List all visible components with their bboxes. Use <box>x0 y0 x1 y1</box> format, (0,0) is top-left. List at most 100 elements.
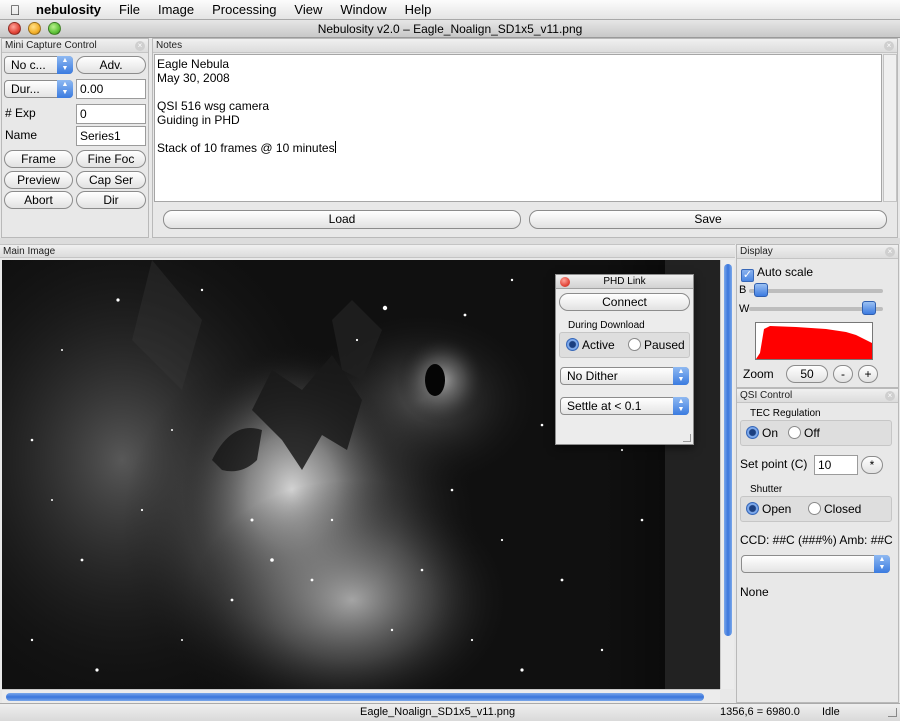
window-titlebar[interactable]: Nebulosity v2.0 – Eagle_Noalign_SD1x5_v1… <box>0 20 900 38</box>
image-vertical-scrollbar[interactable] <box>720 260 734 689</box>
w-label: W <box>739 303 750 315</box>
load-button[interactable]: Load <box>163 210 521 229</box>
qsi-title-text: QSI Control <box>740 390 793 401</box>
histogram <box>755 322 873 360</box>
b-label: B <box>739 284 747 296</box>
black-point-slider[interactable] <box>749 283 883 297</box>
shutter-open-radio[interactable]: Open <box>746 502 791 516</box>
setpoint-input[interactable]: 10 <box>814 455 858 475</box>
exp-label: # Exp <box>5 106 36 120</box>
window-title: Nebulosity v2.0 – Eagle_Noalign_SD1x5_v1… <box>317 21 583 36</box>
active-radio-label: Active <box>582 338 615 352</box>
tec-regulation-group: On Off <box>740 420 892 446</box>
popup-arrows-icon: ▲ ▼ <box>673 397 689 415</box>
menu-window[interactable]: Window <box>331 2 395 17</box>
series-name-input[interactable]: Series1 <box>76 126 146 146</box>
tec-on-radio[interactable]: On <box>746 426 778 440</box>
menu-help[interactable]: Help <box>396 2 441 17</box>
settle-select-value: Settle at < 0.1 <box>567 399 642 413</box>
radio-selected-icon <box>566 338 579 351</box>
active-radio[interactable]: Active <box>566 338 615 352</box>
tec-off-radio[interactable]: Off <box>788 426 820 440</box>
mini-capture-panel: Mini Capture Control × No c... ▲ ▼ Adv. D… <box>1 38 149 238</box>
menu-processing[interactable]: Processing <box>203 2 285 17</box>
download-mode-group: Active Paused <box>559 332 690 358</box>
menu-app[interactable]: nebulosity <box>30 2 110 17</box>
tec-on-label: On <box>762 426 779 440</box>
resize-grip-icon[interactable] <box>888 708 897 717</box>
status-bar: Eagle_Noalign_SD1x5_v11.png 1356,6 = 698… <box>0 703 900 721</box>
frame-button[interactable]: Frame <box>4 150 73 168</box>
shutter-open-label: Open <box>762 502 792 516</box>
menu-view[interactable]: View <box>285 2 331 17</box>
status-pixel-readout: 1356,6 = 6980.0 <box>720 706 800 718</box>
adv-button[interactable]: Adv. <box>76 56 146 74</box>
camera-select[interactable]: No c... ▲ ▼ <box>4 56 73 74</box>
window-minimize-button[interactable] <box>28 22 41 35</box>
mini-capture-title: Mini Capture Control × <box>2 39 148 53</box>
dir-button[interactable]: Dir <box>76 191 146 209</box>
exp-count-input[interactable]: 0 <box>76 104 146 124</box>
shutter-group: Open Closed <box>740 496 892 522</box>
notes-textarea[interactable]: Eagle Nebula May 30, 2008 QSI 516 wsg ca… <box>154 54 882 202</box>
menu-file[interactable]: File <box>110 2 149 17</box>
auto-scale-checkbox[interactable]: ✓ Auto scale <box>741 265 813 282</box>
radio-unselected-icon <box>628 338 641 351</box>
paused-radio-label: Paused <box>644 338 685 352</box>
setpoint-apply-button[interactable]: * <box>861 456 883 474</box>
popup-arrows-icon: ▲ ▼ <box>673 367 689 385</box>
duration-select[interactable]: Dur... ▲ ▼ <box>4 80 73 98</box>
notes-scrollbar[interactable] <box>883 54 897 202</box>
slider-knob[interactable] <box>754 283 768 297</box>
zoom-value-button[interactable]: 50 <box>786 365 828 383</box>
close-icon[interactable] <box>560 277 570 287</box>
white-point-slider[interactable] <box>749 301 883 315</box>
settle-select[interactable]: Settle at < 0.1 ▲ ▼ <box>560 397 689 415</box>
dither-select[interactable]: No Dither ▲ ▼ <box>560 367 689 385</box>
connect-button[interactable]: Connect <box>559 293 690 311</box>
qsi-status-text: None <box>740 585 769 599</box>
save-button[interactable]: Save <box>529 210 887 229</box>
capture-series-button[interactable]: Cap Ser <box>76 171 146 189</box>
main-image-title-text: Main Image <box>3 246 56 257</box>
status-state: Idle <box>822 706 840 718</box>
ccd-temperature-readout: CCD: ##C (###%) Amb: ##C <box>740 533 893 547</box>
apple-menu-icon[interactable]:  <box>0 2 30 18</box>
close-icon[interactable]: × <box>885 247 895 257</box>
notes-line <box>157 127 879 141</box>
notes-title: Notes × <box>153 39 897 53</box>
qsi-option-select[interactable]: ▲ ▼ <box>741 555 890 573</box>
shutter-closed-radio[interactable]: Closed <box>808 502 861 516</box>
close-icon[interactable]: × <box>885 391 895 401</box>
camera-select-value: No c... <box>11 58 46 72</box>
phd-link-titlebar[interactable]: PHD Link <box>556 275 693 289</box>
scroll-thumb[interactable] <box>6 693 704 701</box>
scroll-thumb[interactable] <box>724 264 732 636</box>
radio-selected-icon <box>746 502 759 515</box>
zoom-in-button[interactable]: + <box>858 365 878 383</box>
main-image-title: Main Image <box>0 244 735 258</box>
notes-line-text: Stack of 10 frames @ 10 minutes <box>157 141 335 155</box>
text-cursor <box>334 141 336 153</box>
paused-radio[interactable]: Paused <box>628 338 685 352</box>
tec-off-label: Off <box>804 426 820 440</box>
zoom-out-button[interactable]: - <box>833 365 853 383</box>
resize-grip-icon[interactable] <box>683 434 691 442</box>
close-icon[interactable]: × <box>884 41 894 51</box>
fine-focus-button[interactable]: Fine Foc <box>76 150 146 168</box>
menu-image[interactable]: Image <box>149 2 203 17</box>
window-zoom-button[interactable] <box>48 22 61 35</box>
close-icon[interactable]: × <box>135 41 145 51</box>
duration-input[interactable]: 0.00 <box>76 79 146 99</box>
radio-unselected-icon <box>808 502 821 515</box>
notes-line: Guiding in PHD <box>157 113 240 127</box>
abort-button[interactable]: Abort <box>4 191 73 209</box>
notes-line <box>157 85 879 99</box>
preview-button[interactable]: Preview <box>4 171 73 189</box>
qsi-control-panel: QSI Control × TEC Regulation On Off Set … <box>736 388 899 703</box>
histogram-plot <box>756 326 872 359</box>
slider-knob[interactable] <box>862 301 876 315</box>
image-horizontal-scrollbar[interactable] <box>2 689 720 703</box>
dither-select-value: No Dither <box>567 369 618 383</box>
window-close-button[interactable] <box>8 22 21 35</box>
